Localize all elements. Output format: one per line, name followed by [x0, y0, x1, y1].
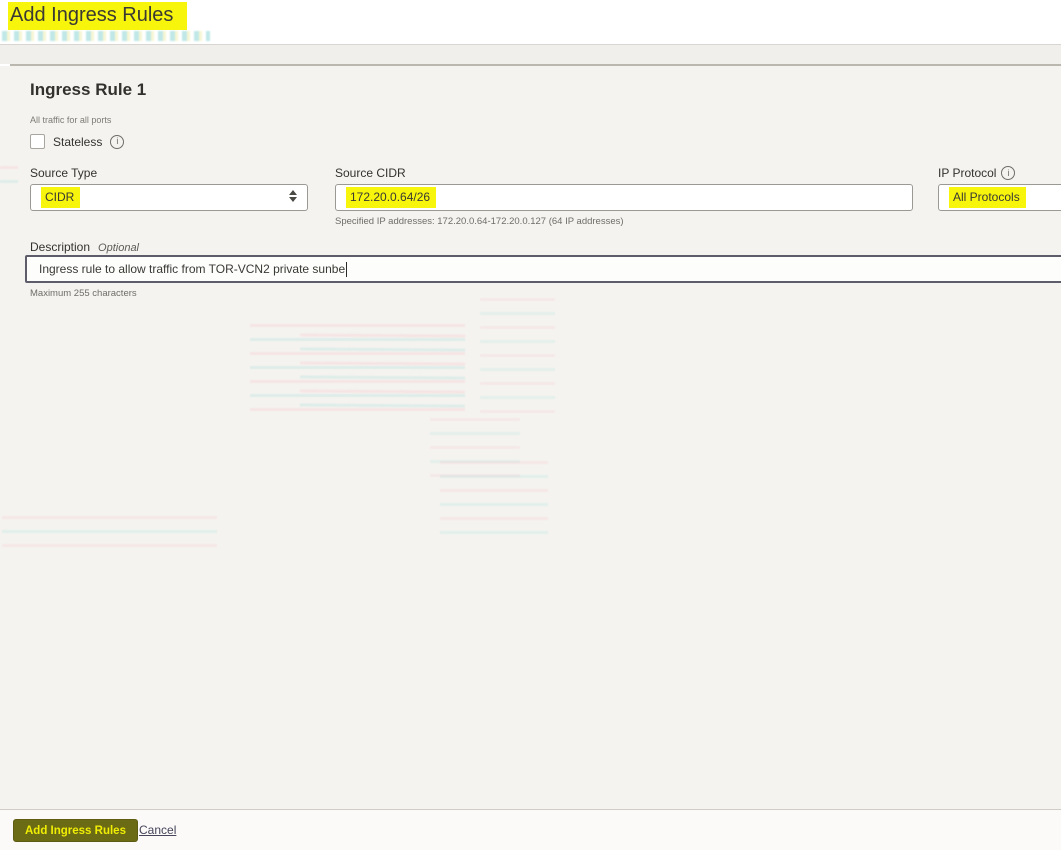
ghost-artifact [2, 516, 217, 552]
description-helper: Maximum 255 characters [30, 288, 137, 299]
description-value: Ingress rule to allow traffic from TOR-V… [39, 262, 346, 276]
select-chevron-icon [289, 190, 297, 202]
ip-protocol-label: IP Protocol i [938, 166, 1016, 180]
rule-subtext: All traffic for all ports [30, 115, 112, 125]
ghost-artifact [250, 324, 465, 414]
header-strip [0, 45, 1061, 64]
add-ingress-rules-button[interactable]: Add Ingress Rules [13, 819, 138, 842]
page-title-highlight: Add Ingress Rules [8, 2, 188, 30]
info-icon[interactable]: i [1001, 166, 1016, 180]
source-cidr-helper: Specified IP addresses: 172.20.0.64-172.… [335, 216, 624, 227]
ghost-artifact [0, 166, 18, 188]
ghost-artifact [299, 333, 466, 415]
description-label-row: Description Optional [30, 240, 139, 254]
description-label: Description [30, 240, 91, 254]
source-type-label: Source Type [30, 166, 98, 180]
source-type-value: CIDR [41, 187, 81, 208]
text-caret [346, 261, 348, 277]
ip-protocol-value: All Protocols [949, 187, 1026, 208]
source-type-select[interactable]: CIDR [30, 184, 308, 211]
source-cidr-value: 172.20.0.64/26 [346, 187, 437, 208]
stateless-checkbox[interactable] [30, 134, 45, 149]
info-icon[interactable]: i [110, 134, 125, 149]
add-ingress-rules-page: Add Ingress Rules Ingress Rule 1 All tra… [0, 0, 1061, 850]
description-input[interactable]: Ingress rule to allow traffic from TOR-V… [25, 255, 1061, 283]
stateless-label: Stateless [53, 134, 103, 149]
ghost-artifact [430, 418, 520, 478]
description-optional-label: Optional [98, 242, 140, 254]
ghost-artifact [480, 298, 555, 423]
page-title: Add Ingress Rules [8, 2, 188, 30]
stateless-row: Stateless i [30, 134, 125, 149]
ip-protocol-select[interactable]: All Protocols [938, 184, 1061, 211]
ip-protocol-label-text: IP Protocol [938, 166, 997, 180]
rule-heading: Ingress Rule 1 [30, 80, 147, 99]
cancel-link[interactable]: Cancel [139, 823, 176, 837]
source-cidr-label: Source CIDR [335, 166, 406, 180]
source-cidr-input[interactable]: 172.20.0.64/26 [335, 184, 913, 211]
ghost-artifact [2, 31, 210, 41]
ingress-rule-panel: Ingress Rule 1 All traffic for all ports… [0, 66, 1061, 809]
footer-bar: Add Ingress Rules Cancel [0, 810, 1061, 850]
ghost-artifact [440, 461, 548, 543]
